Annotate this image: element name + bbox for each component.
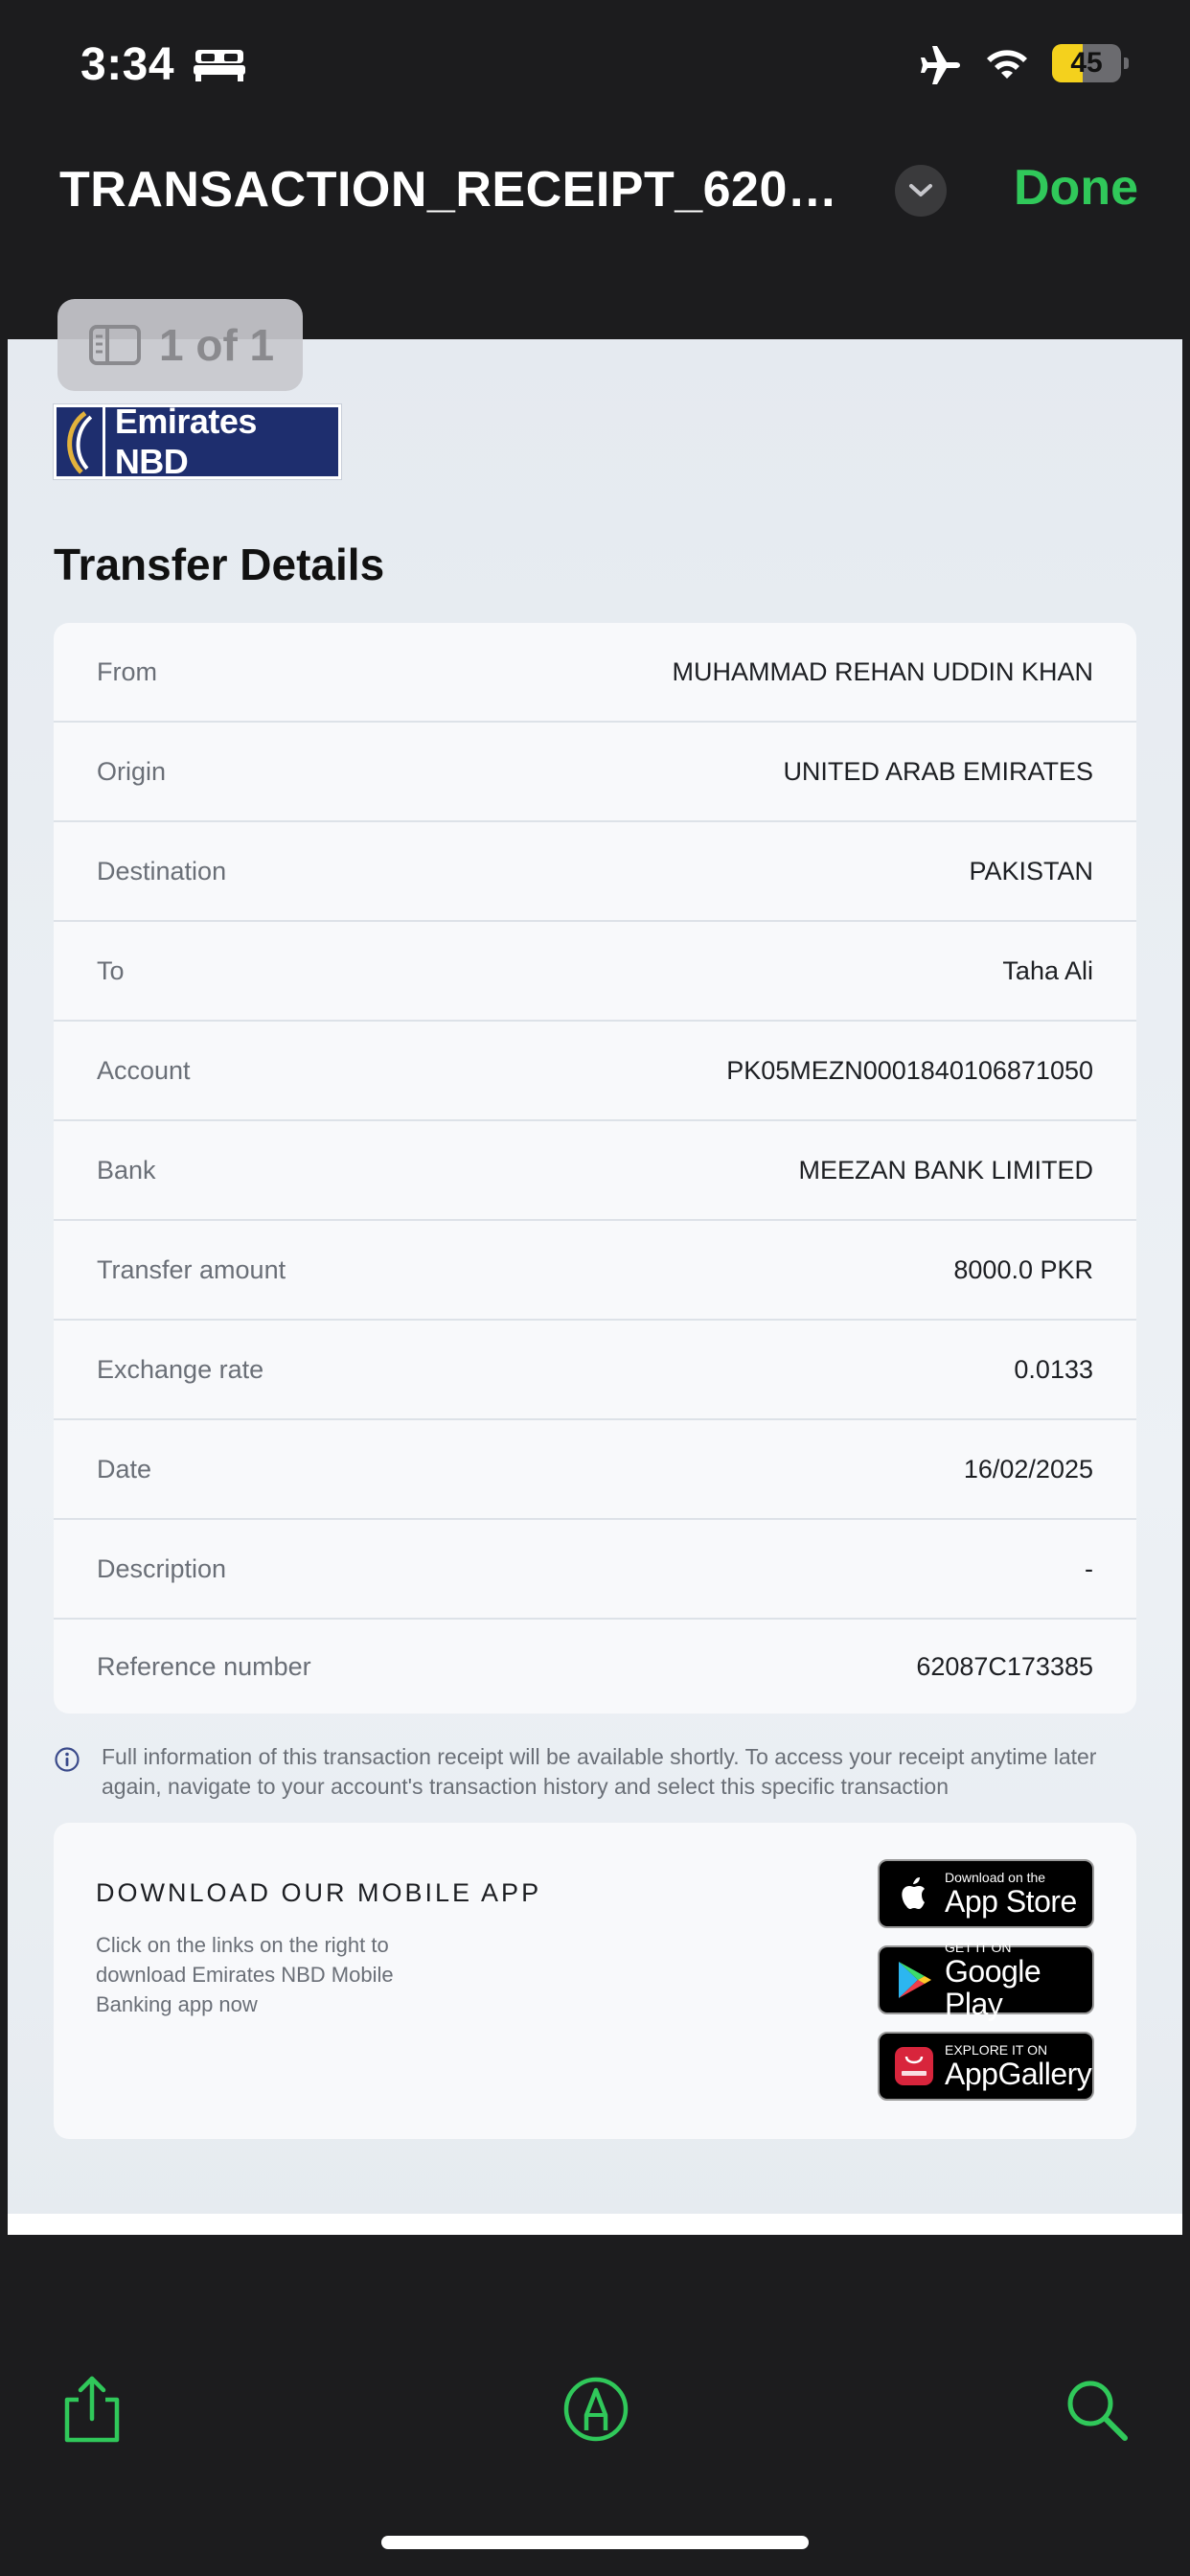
detail-label: Destination	[97, 856, 227, 886]
app-store-button[interactable]: Download on the App Store	[878, 1859, 1094, 1928]
page-bottom-edge	[8, 2214, 1182, 2235]
chevron-down-icon	[909, 184, 932, 196]
battery-icon: 45	[1052, 44, 1129, 82]
detail-label: Bank	[97, 1155, 156, 1184]
document-title[interactable]: TRANSACTION_RECEIPT_62087...	[59, 161, 855, 218]
store-big-text: Google Play	[945, 1954, 1041, 2021]
store-small-text: EXPLORE IT ON	[945, 2042, 1048, 2058]
detail-label: Date	[97, 1454, 152, 1484]
sidebar-icon	[89, 325, 141, 365]
info-icon	[55, 1747, 80, 1772]
apple-icon	[902, 1877, 925, 1909]
google-play-icon	[899, 1962, 931, 1998]
battery-level: 45	[1070, 47, 1103, 79]
share-icon[interactable]	[56, 2373, 128, 2446]
page-indicator[interactable]: 1 of 1	[57, 299, 303, 391]
detail-value: 62087C173385	[916, 1651, 1093, 1681]
detail-value: Taha Ali	[1002, 955, 1093, 985]
bed-icon	[194, 50, 245, 81]
detail-value: PAKISTAN	[969, 856, 1093, 886]
detail-value: 8000.0 PKR	[953, 1254, 1093, 1284]
status-bar: 3:34 45	[0, 0, 1190, 134]
detail-value: 0.0133	[1014, 1354, 1093, 1384]
store-small-text: Download on the	[945, 1870, 1046, 1885]
detail-value: UNITED ARAB EMIRATES	[783, 756, 1093, 786]
store-small-text: GET IT ON	[945, 1940, 1012, 1955]
section-title: Transfer Details	[54, 540, 385, 589]
store-big-text: App Store	[945, 1884, 1077, 1919]
detail-value: MUHAMMAD REHAN UDDIN KHAN	[672, 656, 1093, 686]
done-button[interactable]: Done	[1014, 159, 1138, 217]
detail-row-destination: Destination PAKISTAN	[54, 822, 1136, 922]
emirates-nbd-logo: Emirates NBD	[53, 402, 342, 481]
detail-row-account: Account PK05MEZN0001840106871050	[54, 1022, 1136, 1121]
detail-row-origin: Origin UNITED ARAB EMIRATES	[54, 723, 1136, 822]
airplane-icon	[921, 46, 960, 84]
detail-label: Description	[97, 1553, 227, 1583]
detail-value: -	[1085, 1553, 1093, 1583]
logo-text: Emirates NBD	[114, 402, 258, 481]
info-note-text: Full information of this transaction rec…	[102, 1744, 1097, 1799]
detail-value: 16/02/2025	[963, 1454, 1093, 1484]
google-play-button[interactable]: GET IT ON Google Play	[878, 1940, 1094, 2020]
page-indicator-label: 1 of 1	[159, 320, 275, 370]
detail-row-description: Description -	[54, 1520, 1136, 1620]
app-section-title: DOWNLOAD OUR MOBILE APP	[96, 1878, 542, 1907]
detail-row-exchange-rate: Exchange rate 0.0133	[54, 1321, 1136, 1420]
detail-row-bank: Bank MEEZAN BANK LIMITED	[54, 1121, 1136, 1221]
wifi-icon	[987, 50, 1027, 79]
detail-label: Exchange rate	[97, 1354, 264, 1384]
detail-value: PK05MEZN0001840106871050	[726, 1055, 1093, 1085]
detail-label: Transfer amount	[97, 1254, 286, 1284]
detail-label: From	[97, 656, 157, 686]
status-time: 3:34	[80, 39, 175, 90]
search-icon[interactable]	[1060, 2373, 1133, 2446]
home-indicator	[381, 2536, 809, 2549]
detail-row-date: Date 16/02/2025	[54, 1420, 1136, 1520]
info-note: Full information of this transaction rec…	[54, 1742, 1136, 1802]
download-app-card: DOWNLOAD OUR MOBILE APP Click on the lin…	[54, 1823, 1136, 2139]
detail-label: Origin	[97, 756, 167, 786]
huawei-appgallery-icon	[895, 2047, 933, 2085]
detail-row-to: To Taha Ali	[54, 922, 1136, 1022]
detail-label: To	[97, 955, 125, 985]
markup-icon[interactable]	[560, 2373, 632, 2446]
detail-row-from: From MUHAMMAD REHAN UDDIN KHAN	[54, 623, 1136, 723]
app-section-description: Click on the links on the right to downl…	[96, 1933, 394, 2016]
store-big-text: AppGallery	[945, 2057, 1092, 2091]
logo-mark-icon	[67, 411, 93, 474]
title-menu-button[interactable]	[895, 165, 947, 217]
detail-row-reference-number: Reference number 62087C173385	[54, 1620, 1136, 1714]
app-gallery-button[interactable]: EXPLORE IT ON AppGallery	[878, 2032, 1094, 2101]
transfer-details-card: From MUHAMMAD REHAN UDDIN KHAN Origin UN…	[54, 623, 1136, 1714]
detail-label: Reference number	[97, 1651, 311, 1681]
detail-row-transfer-amount: Transfer amount 8000.0 PKR	[54, 1221, 1136, 1321]
detail-label: Account	[97, 1055, 191, 1085]
detail-value: MEEZAN BANK LIMITED	[798, 1155, 1093, 1184]
